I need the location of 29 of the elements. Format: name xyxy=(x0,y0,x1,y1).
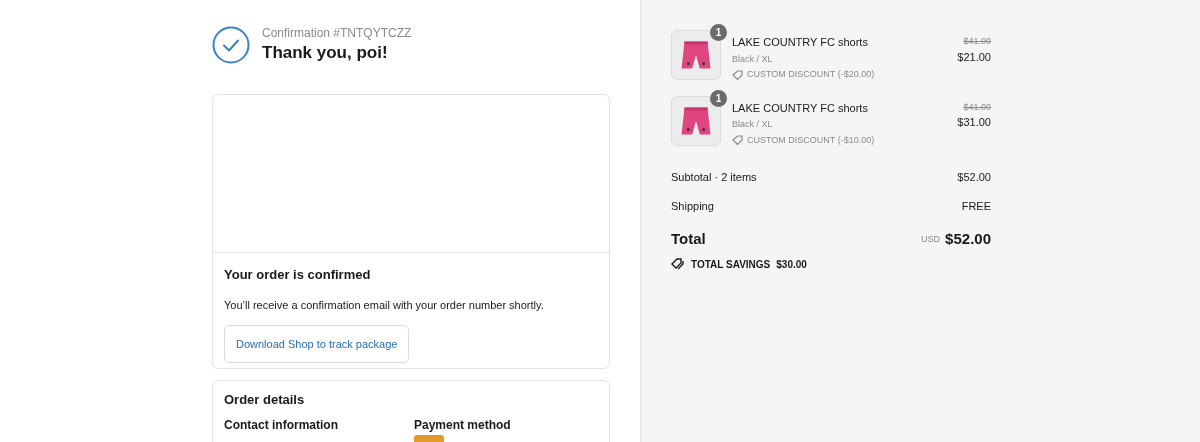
total-label: Total xyxy=(671,229,706,249)
original-price: $41.00 xyxy=(963,100,991,114)
order-details-heading: Order details xyxy=(224,391,306,409)
contact-heading: Contact information xyxy=(224,416,339,434)
currency-code: USD xyxy=(921,232,941,246)
status-message: You’ll receive a confirmation email with your order number shortly. xyxy=(224,297,545,313)
confirmation-number: Confirmation #TNTQYTCZZ xyxy=(262,25,412,41)
product-name: LAKE COUNTRY FC shorts xyxy=(732,100,869,116)
status-title: Your order is confirmed xyxy=(224,266,372,284)
savings-label: TOTAL SAVINGS xyxy=(691,257,771,272)
subtotal-label: Subtotal · 2 items xyxy=(671,170,757,185)
product-variant: Black / XL xyxy=(732,52,774,66)
product-price: $31.00 xyxy=(957,115,991,130)
discount-label: CUSTOM DISCOUNT (-$20.00) xyxy=(747,68,875,81)
payment-heading: Payment method xyxy=(414,416,511,434)
thank-you-heading: Thank you, poi! xyxy=(262,42,389,64)
product-name: LAKE COUNTRY FC shorts xyxy=(732,35,869,50)
discount-label: CUSTOM DISCOUNT (-$10.00) xyxy=(747,133,875,147)
shipping-value: FREE xyxy=(961,198,991,214)
product-price: $21.00 xyxy=(957,49,991,65)
quantity-badge: 1 xyxy=(710,89,727,107)
quantity-badge: 1 xyxy=(710,24,727,41)
savings-value: $30.00 xyxy=(776,257,807,272)
download-shop-button[interactable]: Download Shop to track package xyxy=(224,325,410,363)
original-price: $41.00 xyxy=(963,35,991,48)
product-variant: Black / XL xyxy=(732,118,774,131)
total-value: $52.00 xyxy=(945,229,991,249)
subtotal-value: $52.00 xyxy=(957,170,991,185)
shipping-label: Shipping xyxy=(671,198,714,214)
